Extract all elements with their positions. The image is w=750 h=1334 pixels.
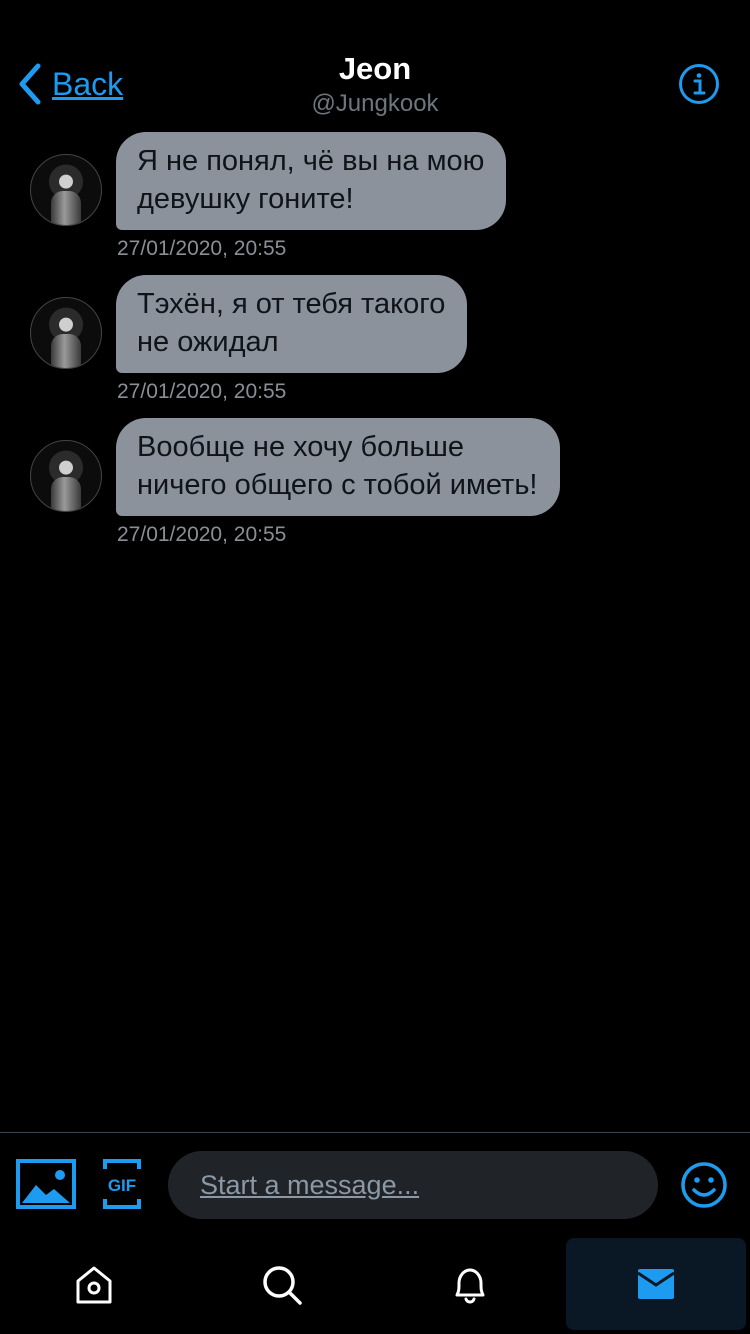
message-row: Я не понял, чё вы на мою девушку гоните!… — [0, 130, 750, 273]
bell-icon — [455, 1268, 484, 1304]
message-timestamp: 27/01/2020, 20:55 — [117, 523, 287, 546]
avatar[interactable] — [30, 154, 102, 226]
image-icon[interactable] — [16, 1159, 76, 1209]
emoji-icon[interactable] — [680, 1161, 728, 1209]
message-timestamp: 27/01/2020, 20:55 — [117, 380, 287, 403]
tab-search[interactable] — [188, 1236, 375, 1334]
message-bubble[interactable]: Вообще не хочу больше ничего общего с то… — [116, 418, 560, 516]
mail-icon — [637, 1269, 675, 1299]
message-bubble[interactable]: Я не понял, чё вы на мою девушку гоните! — [116, 132, 507, 230]
tab-home[interactable] — [0, 1236, 187, 1334]
message-list: Я не понял, чё вы на мою девушку гоните!… — [0, 130, 750, 559]
message-row: Вообще не хочу больше ничего общего с то… — [0, 416, 750, 559]
contact-handle: @Jungkook — [311, 90, 439, 117]
tab-messages[interactable] — [566, 1238, 746, 1330]
dm-screen: Back Jeon @Jungkook Я не понял, чё вы на… — [0, 0, 750, 1334]
message-timestamp: 27/01/2020, 20:55 — [117, 237, 287, 260]
gif-label: GIF — [108, 1176, 136, 1195]
search-icon — [262, 1266, 302, 1305]
bottom-tab-bar — [0, 1236, 750, 1334]
conversation-title: Jeon @Jungkook — [0, 50, 750, 120]
gif-icon[interactable]: GIF — [103, 1159, 141, 1209]
tab-notifications[interactable] — [376, 1236, 563, 1334]
message-input[interactable]: Start a message... — [168, 1151, 658, 1219]
avatar[interactable] — [30, 440, 102, 512]
contact-name: Jeon — [338, 51, 412, 86]
conversation-header: Back Jeon @Jungkook — [0, 0, 750, 125]
avatar[interactable] — [30, 297, 102, 369]
message-placeholder: Start a message... — [200, 1169, 420, 1200]
message-bubble[interactable]: Тэхён, я от тебя такого не ожидал — [116, 275, 468, 373]
message-composer: GIF Start a message... — [0, 1132, 750, 1237]
info-icon[interactable] — [678, 63, 720, 105]
home-icon — [76, 1266, 111, 1304]
message-row: Тэхён, я от тебя такого не ожидал 27/01/… — [0, 273, 750, 416]
